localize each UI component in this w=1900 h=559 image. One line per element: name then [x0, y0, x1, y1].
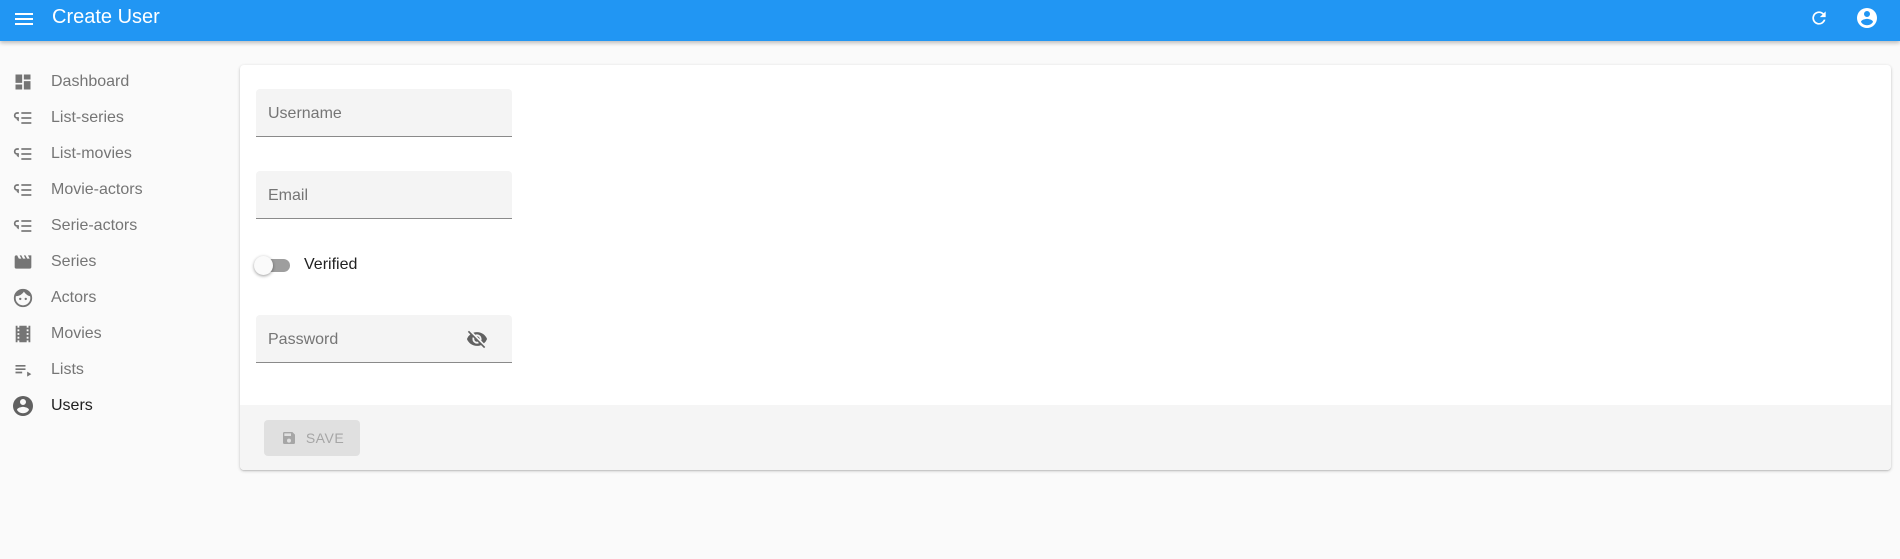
app-bar: Create User: [0, 0, 1900, 41]
sidebar-item-label: Movies: [51, 325, 102, 342]
dashboard-icon: [11, 70, 35, 94]
film-strip-icon: [11, 322, 35, 346]
menu-button[interactable]: [10, 5, 38, 33]
sidebar: Dashboard List-series List-movies Movie-…: [0, 64, 230, 424]
face-icon: [11, 286, 35, 310]
sidebar-item-series[interactable]: Series: [0, 244, 230, 280]
sidebar-item-lists[interactable]: Lists: [0, 352, 230, 388]
sidebar-item-list-movies[interactable]: List-movies: [0, 136, 230, 172]
sidebar-item-label: Lists: [51, 361, 84, 378]
switch-thumb: [254, 256, 273, 275]
menu-icon: [15, 13, 33, 25]
sidebar-item-label: List-movies: [51, 145, 132, 162]
sidebar-item-movies[interactable]: Movies: [0, 316, 230, 352]
password-placeholder: Password: [268, 331, 339, 348]
email-field[interactable]: Email: [256, 171, 512, 219]
account-circle-icon: [1857, 8, 1877, 28]
account-button[interactable]: [1852, 3, 1882, 33]
verified-label: Verified: [304, 256, 358, 273]
movie-clapper-icon: [11, 250, 35, 274]
sidebar-item-users[interactable]: Users: [0, 388, 230, 424]
sidebar-item-label: Users: [51, 397, 93, 414]
refresh-icon: [1812, 11, 1826, 25]
sidebar-item-list-series[interactable]: List-series: [0, 100, 230, 136]
sidebar-item-label: Series: [51, 253, 97, 270]
sidebar-item-label: Serie-actors: [51, 217, 138, 234]
list-icon: [11, 142, 35, 166]
verified-switch[interactable]: [254, 255, 292, 275]
visibility-off-icon: [466, 330, 488, 349]
sidebar-item-actors[interactable]: Actors: [0, 280, 230, 316]
sidebar-item-label: List-series: [51, 109, 124, 126]
save-button[interactable]: SAVE: [264, 420, 360, 456]
username-field[interactable]: Username: [256, 89, 512, 137]
toggle-password-visibility-button[interactable]: [464, 327, 490, 351]
sidebar-item-dashboard[interactable]: Dashboard: [0, 64, 230, 100]
refresh-button[interactable]: [1805, 4, 1833, 32]
sidebar-item-movie-actors[interactable]: Movie-actors: [0, 172, 230, 208]
page-title: Create User: [52, 6, 160, 28]
list-icon: [11, 214, 35, 238]
create-user-form: Username Email Verified Password SAVE: [240, 65, 1891, 470]
save-button-label: SAVE: [305, 430, 345, 446]
password-field[interactable]: Password: [256, 315, 512, 363]
account-circle-icon: [11, 394, 35, 418]
verified-toggle-row: Verified: [254, 251, 357, 279]
username-placeholder: Username: [268, 105, 342, 122]
sidebar-item-label: Movie-actors: [51, 181, 143, 198]
list-icon: [11, 178, 35, 202]
email-placeholder: Email: [268, 187, 309, 204]
form-toolbar: SAVE: [240, 405, 1891, 470]
list-icon: [11, 106, 35, 130]
sidebar-item-label: Actors: [51, 289, 97, 306]
save-icon: [280, 429, 298, 447]
playlist-icon: [11, 358, 35, 382]
sidebar-item-label: Dashboard: [51, 73, 130, 90]
sidebar-item-serie-actors[interactable]: Serie-actors: [0, 208, 230, 244]
